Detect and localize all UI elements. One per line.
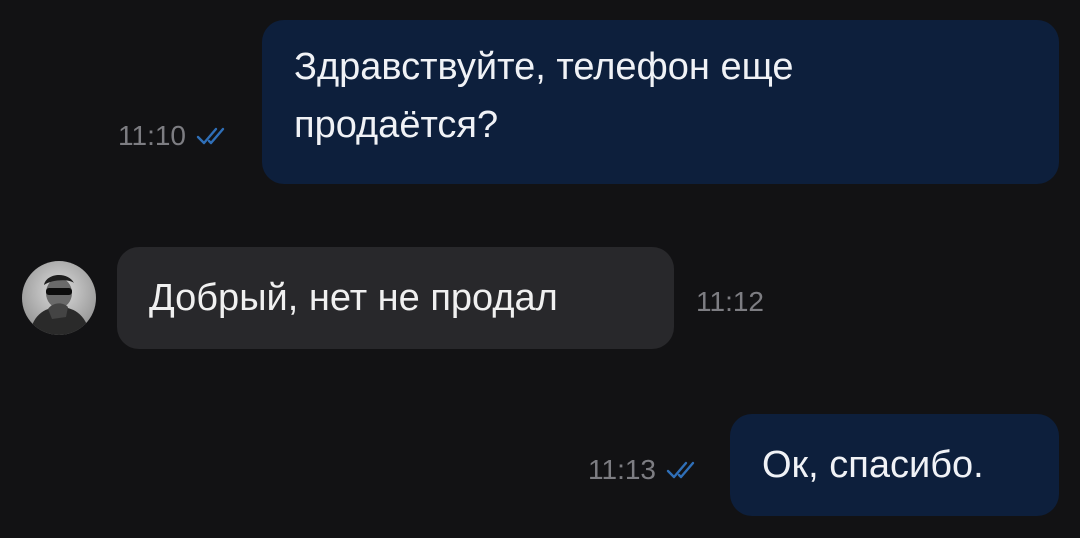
double-check-icon xyxy=(666,461,695,479)
message-row-incoming: Добрый, нет не продал 11:12 xyxy=(0,230,1080,370)
avatar[interactable] xyxy=(22,261,96,335)
message-text: Ок, спасибо. xyxy=(762,444,984,486)
message-bubble-outgoing[interactable]: Ок, спасибо. xyxy=(730,414,1059,516)
message-text-line: Здравствуйте, телефон еще xyxy=(294,46,794,88)
message-time: 11:13 xyxy=(588,454,656,485)
message-meta: 11:10 xyxy=(118,120,232,152)
message-time: 11:10 xyxy=(118,120,186,151)
message-meta: 11:12 xyxy=(696,286,764,318)
message-meta: 11:13 xyxy=(588,454,702,486)
user-avatar-photo xyxy=(22,261,96,335)
message-text-line: продаётся? xyxy=(294,104,499,146)
message-bubble-outgoing[interactable]: Здравствуйте, телефон еще продаётся? xyxy=(262,20,1059,184)
double-check-icon xyxy=(196,127,225,145)
message-text: Добрый, нет не продал xyxy=(149,277,558,319)
message-row-outgoing-1: 11:10 Здравствуйте, телефон еще продаётс… xyxy=(0,0,1080,200)
message-bubble-incoming[interactable]: Добрый, нет не продал xyxy=(117,247,674,349)
message-row-outgoing-2: 11:13 Ок, спасибо. xyxy=(0,400,1080,538)
message-time: 11:12 xyxy=(696,286,764,317)
